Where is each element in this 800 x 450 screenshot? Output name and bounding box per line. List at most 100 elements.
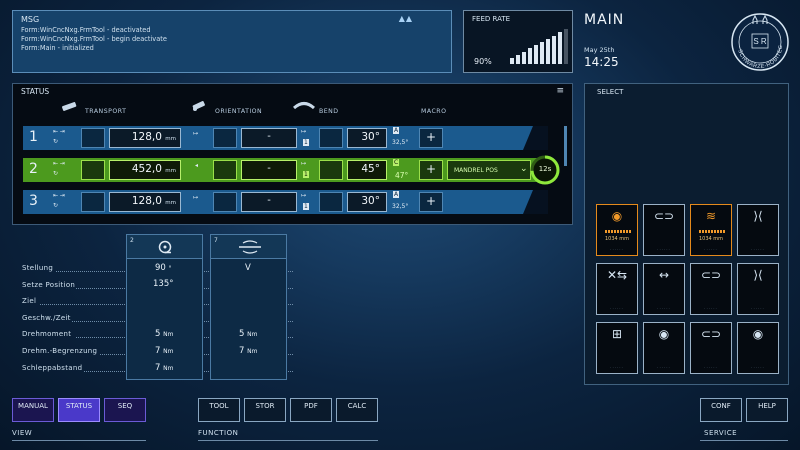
tool-tile[interactable]: ≋ 1034 mm...... bbox=[690, 204, 732, 256]
message-line: Form:WinCncNxg.FrmTool - begin deactivat… bbox=[21, 35, 167, 43]
orientation-mode-box[interactable] bbox=[213, 192, 237, 212]
macro-add-button[interactable]: + bbox=[419, 160, 443, 180]
row-number: 2 bbox=[29, 161, 38, 177]
axis-card-header: 2 bbox=[127, 235, 202, 259]
orientation-mode-box[interactable] bbox=[213, 160, 237, 180]
bend-arrow-icon[interactable]: ↦ bbox=[301, 128, 306, 135]
drehmoment-value: 5 Nm bbox=[155, 329, 174, 339]
conf-button[interactable]: CONF bbox=[700, 398, 742, 422]
transport-mode-box[interactable] bbox=[81, 160, 105, 180]
message-panel: MSG ▲▲ Form:WinCncNxg.FrmTool - deactiva… bbox=[12, 10, 452, 73]
transport-mode-box[interactable] bbox=[81, 128, 105, 148]
step-arrows-icon[interactable]: ⇤ ⇥ bbox=[53, 128, 65, 135]
macro-label: MANDREL POS bbox=[454, 167, 498, 174]
step-arrows-icon[interactable]: ⇤ ⇥ bbox=[53, 192, 65, 199]
bend-index-badge: 1 bbox=[303, 203, 309, 210]
bend-value-box[interactable]: 45° bbox=[347, 160, 387, 180]
status-title: STATUS bbox=[21, 87, 50, 96]
orientation-mode-box[interactable] bbox=[213, 128, 237, 148]
status-panel: STATUS ≡ TRANSPORT ORIENTATION BEND MACR… bbox=[12, 83, 573, 225]
tile-subtext: ...... bbox=[751, 246, 765, 251]
label-stellung: Stellung bbox=[22, 264, 54, 272]
transport-value: 128,0 bbox=[131, 131, 162, 143]
orientation-arrow-icon[interactable]: ◂ bbox=[195, 162, 198, 169]
expand-arrows-icon[interactable]: ▲▲ bbox=[399, 14, 413, 23]
tile-value: 1034 mm bbox=[604, 236, 630, 242]
macro-add-button[interactable]: + bbox=[419, 128, 443, 148]
status-button[interactable]: STATUS bbox=[58, 398, 100, 422]
macro-select[interactable]: MANDREL POS ⌄ bbox=[447, 160, 531, 180]
stellung-value: V bbox=[245, 263, 251, 273]
bend-mode-box[interactable] bbox=[319, 128, 343, 148]
help-button[interactable]: HELP bbox=[746, 398, 788, 422]
service-group-label: SERVICE bbox=[704, 429, 738, 437]
tile-subtext: ...... bbox=[657, 305, 671, 310]
transport-unit: mm bbox=[165, 168, 176, 174]
transport-value: 128,0 bbox=[131, 195, 162, 207]
orientation-value-box[interactable]: - bbox=[241, 128, 297, 148]
tool-tile[interactable]: ◉ 1034 mm...... bbox=[596, 204, 638, 256]
tile-subtext: ...... bbox=[610, 364, 624, 369]
tool-button[interactable]: TOOL bbox=[198, 398, 240, 422]
bend-value-box[interactable]: 30° bbox=[347, 128, 387, 148]
clamp-icon: ⊂⊃ bbox=[700, 268, 722, 282]
bend-letter-badge: A bbox=[393, 191, 400, 198]
manual-button[interactable]: MANUAL bbox=[12, 398, 54, 422]
tool-tile[interactable]: ⟩⟨...... bbox=[737, 204, 779, 256]
transport-value-box[interactable]: 452,0 mm bbox=[109, 160, 181, 180]
status-scrollbar[interactable] bbox=[564, 126, 567, 166]
cycle-icon[interactable]: ↻ bbox=[53, 170, 58, 177]
transport-mode-box[interactable] bbox=[81, 192, 105, 212]
step-arrows-icon[interactable]: ⇤ ⇥ bbox=[53, 160, 65, 167]
stor-button[interactable]: STOR bbox=[244, 398, 286, 422]
transport-value-box[interactable]: 128,0 mm bbox=[109, 128, 181, 148]
orientation-arrow-icon[interactable]: ↦ bbox=[193, 130, 198, 137]
bend-arrow-icon[interactable]: ↦ bbox=[301, 160, 306, 167]
bend-arrow-icon[interactable]: ↦ bbox=[301, 192, 306, 199]
tool-tile[interactable]: ↔...... bbox=[643, 263, 685, 315]
transport-unit: mm bbox=[165, 136, 176, 142]
seq-button[interactable]: SEQ bbox=[104, 398, 146, 422]
bend-letter-badge: A bbox=[393, 127, 400, 134]
feed-rate-panel[interactable]: FEED RATE 90% bbox=[463, 10, 573, 73]
status-row-active[interactable]: 2 ⇤ ⇥ ↻ 452,0 mm ◂ - ↦ 1 45° C 47° + MAN… bbox=[23, 158, 548, 182]
tool-tile[interactable]: ⟩⟨...... bbox=[737, 263, 779, 315]
timer-ring: 12s bbox=[530, 155, 560, 185]
bend-letter-badge: C bbox=[393, 159, 400, 166]
tool-tile[interactable]: ◉...... bbox=[737, 322, 779, 374]
bend-value-box[interactable]: 30° bbox=[347, 192, 387, 212]
bend-mode-box[interactable] bbox=[319, 160, 343, 180]
cycle-icon[interactable]: ↻ bbox=[53, 202, 58, 209]
orientation-value-box[interactable]: - bbox=[241, 160, 297, 180]
tool-tile[interactable]: ◉...... bbox=[643, 322, 685, 374]
company-logo: S R SCHWARZE-ROBITEC bbox=[730, 12, 790, 72]
tool-tile[interactable]: ⊂⊃...... bbox=[690, 263, 732, 315]
begrenzung-value: 7 Nm bbox=[239, 346, 258, 356]
calc-button[interactable]: CALC bbox=[336, 398, 378, 422]
orientation-arrow-icon[interactable]: ↦ bbox=[193, 194, 198, 201]
bend-actual-value: 47° bbox=[395, 171, 409, 180]
transport-value-box[interactable]: 128,0 mm bbox=[109, 192, 181, 212]
tool-tile[interactable]: ⊞...... bbox=[596, 322, 638, 374]
select-title: SELECT bbox=[597, 88, 624, 96]
axis-card[interactable]: 2 90 ° 135° 5 Nm 7 Nm 7 Nm bbox=[126, 234, 203, 380]
menu-icon[interactable]: ≡ bbox=[556, 86, 564, 96]
bend-actual-value: 32,5° bbox=[392, 139, 409, 146]
orientation-value: - bbox=[267, 195, 271, 206]
macro-add-button[interactable]: + bbox=[419, 192, 443, 212]
orientation-value-box[interactable]: - bbox=[241, 192, 297, 212]
tool-tile[interactable]: ⊂⊃...... bbox=[690, 322, 732, 374]
tool-tile[interactable]: ⊂⊃...... bbox=[643, 204, 685, 256]
pdf-button[interactable]: PDF bbox=[290, 398, 332, 422]
label-drehmoment: Drehmoment bbox=[22, 330, 72, 338]
feed-rate-bar bbox=[534, 45, 538, 64]
tool-tile[interactable]: ✕⇆...... bbox=[596, 263, 638, 315]
axis-card[interactable]: 7 V 5 Nm 7 Nm bbox=[210, 234, 287, 380]
status-row[interactable]: 3 ⇤ ⇥ ↻ 128,0 mm ↦ - ↦ 1 30° A 32,5° + bbox=[23, 190, 548, 214]
cycle-icon[interactable]: ↻ bbox=[53, 138, 58, 145]
label-drehm-begrenzung: Drehm.-Begrenzung bbox=[22, 347, 98, 355]
bend-mode-box[interactable] bbox=[319, 192, 343, 212]
status-row[interactable]: 1 ⇤ ⇥ ↻ 128,0 mm ↦ - ↦ 1 30° A 32,5° + bbox=[23, 126, 548, 150]
settings-icon: ⊞ bbox=[611, 327, 623, 341]
level-bar bbox=[699, 230, 725, 233]
